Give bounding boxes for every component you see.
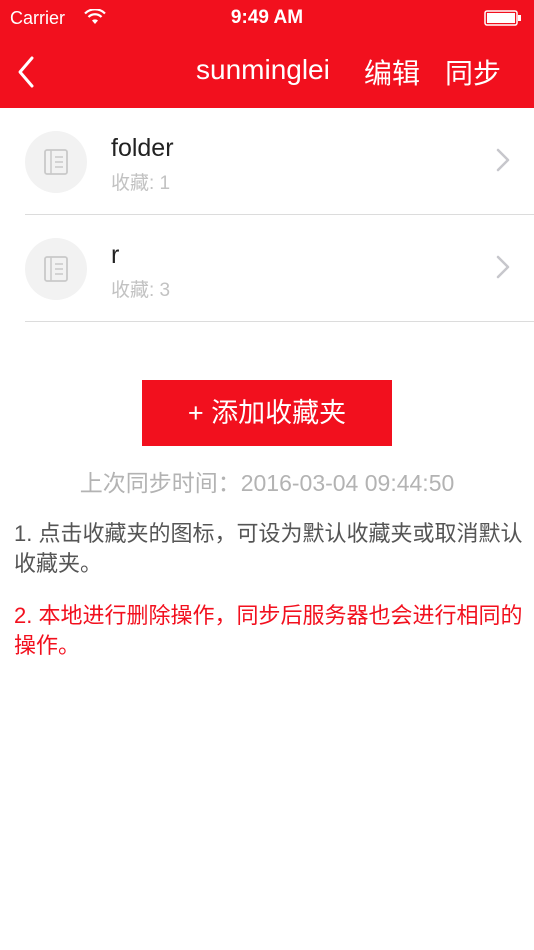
battery-icon: [484, 10, 521, 26]
folder-count: 收藏: 1: [111, 173, 171, 194]
list-item[interactable]: r 收藏: 3: [0, 215, 534, 322]
notebook-icon: [44, 149, 68, 175]
nav-bar: sunminglei 编辑 同步: [0, 36, 534, 108]
page-title: sunminglei: [196, 54, 330, 85]
sync-button[interactable]: 同步: [445, 52, 501, 92]
add-folder-button[interactable]: + 添加收藏夹: [142, 380, 392, 446]
tip-delete-sync: 2. 本地进行删除操作，同步后服务器也会进行相同的操作。: [14, 603, 523, 658]
divider: [25, 321, 534, 322]
clock: 9:49 AM: [230, 7, 304, 28]
status-bar: Carrier 9:49 AM: [0, 0, 534, 36]
edit-button[interactable]: 编辑: [364, 52, 420, 92]
tip-default-folder: 1. 点击收藏夹的图标，可设为默认收藏夹或取消默认收藏夹。: [14, 521, 523, 576]
folder-icon-button[interactable]: [25, 238, 87, 300]
folder-name: r: [111, 241, 120, 269]
chevron-right-icon: [496, 148, 510, 172]
last-sync-time: 上次同步时间：2016-03-04 09:44:50: [79, 470, 455, 496]
chevron-right-icon: [496, 255, 510, 279]
back-arrow-icon[interactable]: [14, 54, 38, 90]
folder-list: folder 收藏: 1 r 收藏: 3: [0, 108, 534, 322]
folder-icon-button[interactable]: [25, 131, 87, 193]
list-item[interactable]: folder 收藏: 1: [0, 108, 534, 215]
folder-count: 收藏: 3: [111, 280, 171, 301]
notebook-icon: [44, 256, 68, 282]
folder-name: folder: [111, 134, 174, 162]
